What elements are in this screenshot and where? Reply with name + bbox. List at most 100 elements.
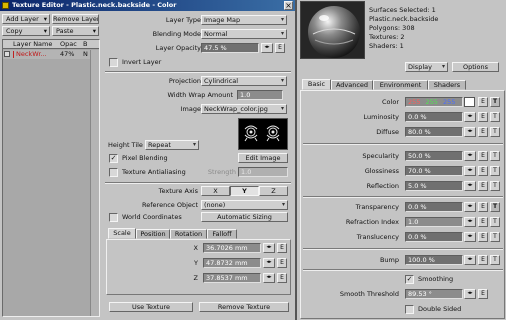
translucency-field[interactable]: 0.0 % <box>405 232 463 242</box>
slider-arrows-icon[interactable]: ◂▸ <box>464 289 476 299</box>
texture-t-button[interactable]: T <box>490 127 500 137</box>
luminosity-field[interactable]: 0.0 % <box>405 112 463 122</box>
color-r: 255 <box>408 98 421 106</box>
envelope-e-button[interactable]: E <box>275 43 285 53</box>
options-button[interactable]: Options <box>452 62 499 72</box>
texture-t-button[interactable]: T <box>490 166 500 176</box>
envelope-e-button[interactable]: E <box>478 289 488 299</box>
layer-row[interactable]: NeckWr... 47% N <box>3 50 99 59</box>
slider-arrows-icon[interactable]: ◂▸ <box>261 43 273 53</box>
slider-arrows-icon[interactable]: ◂▸ <box>464 217 476 227</box>
envelope-e-button[interactable]: E <box>478 181 488 191</box>
image-dropdown[interactable]: NeckWrap_color.jpg ▾ <box>201 104 287 114</box>
envelope-e-button[interactable]: E <box>478 202 488 212</box>
texture-t-button[interactable]: T <box>490 217 500 227</box>
scale-x-field[interactable]: 36.7026 mm <box>203 243 261 253</box>
slider-arrows-icon[interactable]: ◂▸ <box>464 112 476 122</box>
col-b[interactable]: B <box>83 40 87 49</box>
world-coordinates-label: World Coordinates <box>122 213 182 221</box>
blending-mode-dropdown[interactable]: Normal ▾ <box>201 29 287 39</box>
slider-arrows-icon[interactable]: ◂▸ <box>464 151 476 161</box>
tab-scale[interactable]: Scale <box>108 228 136 239</box>
envelope-e-button[interactable]: E <box>478 151 488 161</box>
tab-advanced[interactable]: Advanced <box>331 80 373 90</box>
layer-opacity-field[interactable]: 47.5 % <box>201 43 259 53</box>
envelope-e-button[interactable]: E <box>478 127 488 137</box>
transparency-field[interactable]: 0.0 % <box>405 202 463 212</box>
remove-layer-button[interactable]: Remove Layer <box>52 14 99 24</box>
tab-falloff[interactable]: Falloff <box>207 229 237 239</box>
copy-button[interactable]: Copy ▾ <box>2 26 50 36</box>
use-texture-button[interactable]: Use Texture <box>109 302 193 312</box>
tab-position[interactable]: Position <box>136 229 170 239</box>
envelope-e-button[interactable]: E <box>277 258 287 268</box>
slider-arrows-icon[interactable]: ◂▸ <box>464 166 476 176</box>
slider-arrows-icon[interactable]: ◂▸ <box>464 255 476 265</box>
invert-layer-checkbox[interactable] <box>109 58 118 67</box>
layer-enable-check[interactable] <box>4 51 10 57</box>
remove-texture-button[interactable]: Remove Texture <box>199 302 289 312</box>
glossiness-field[interactable]: 70.0 % <box>405 166 463 176</box>
tab-shaders[interactable]: Shaders <box>428 80 466 90</box>
col-opac[interactable]: Opac <box>60 40 77 49</box>
envelope-e-button[interactable]: E <box>478 255 488 265</box>
layer-list[interactable]: Layer Name Opac B NeckWr... 47% N <box>2 39 100 317</box>
refraction-index-field[interactable]: 1.0 <box>405 217 463 227</box>
projection-dropdown[interactable]: Cylindrical ▾ <box>201 76 287 86</box>
reflection-field[interactable]: 5.0 % <box>405 181 463 191</box>
automatic-sizing-button[interactable]: Automatic Sizing <box>201 212 288 222</box>
axis-y-button[interactable]: Y <box>230 186 259 196</box>
envelope-e-button[interactable]: E <box>478 112 488 122</box>
envelope-e-button[interactable]: E <box>478 232 488 242</box>
tab-basic[interactable]: Basic <box>302 79 331 90</box>
tab-environment[interactable]: Environment <box>373 80 428 90</box>
add-layer-button[interactable]: Add Layer ▾ <box>2 14 50 24</box>
edit-image-button[interactable]: Edit Image <box>238 153 288 163</box>
layer-type-dropdown[interactable]: Image Map ▾ <box>201 15 287 25</box>
envelope-e-button[interactable]: E <box>277 273 287 283</box>
specularity-field[interactable]: 50.0 % <box>405 151 463 161</box>
width-wrap-field[interactable]: 1.0 <box>237 90 283 100</box>
smoothing-checkbox[interactable]: ✓ <box>405 275 414 284</box>
height-tile-dropdown[interactable]: Repeat ▾ <box>145 140 199 150</box>
double-sided-checkbox[interactable] <box>405 305 414 314</box>
axis-z-button[interactable]: Z <box>259 186 288 196</box>
scale-y-field[interactable]: 47.8732 mm <box>203 258 261 268</box>
slider-arrows-icon[interactable]: ◂▸ <box>464 181 476 191</box>
layer-list-scrollbar[interactable] <box>90 50 99 316</box>
slider-arrows-icon[interactable]: ◂▸ <box>464 232 476 242</box>
smooth-threshold-field[interactable]: 89.53 ° <box>405 289 463 299</box>
texture-t-button[interactable]: T <box>490 112 500 122</box>
envelope-e-button[interactable]: E <box>478 166 488 176</box>
texture-t-button[interactable]: T <box>490 151 500 161</box>
world-coordinates-checkbox[interactable] <box>109 213 118 222</box>
envelope-e-button[interactable]: E <box>478 97 488 107</box>
slider-arrows-icon[interactable]: ◂▸ <box>263 243 275 253</box>
bump-field[interactable]: 100.0 % <box>405 255 463 265</box>
color-swatch[interactable] <box>464 97 475 107</box>
pixel-blending-checkbox[interactable]: ✓ <box>109 154 118 163</box>
envelope-e-button[interactable]: E <box>478 217 488 227</box>
close-icon[interactable]: × <box>284 1 293 10</box>
texture-t-button[interactable]: T <box>490 202 500 212</box>
envelope-e-button[interactable]: E <box>277 243 287 253</box>
diffuse-field[interactable]: 80.0 % <box>405 127 463 137</box>
reference-object-dropdown[interactable]: (none) ▾ <box>201 200 288 210</box>
tab-rotation[interactable]: Rotation <box>170 229 207 239</box>
display-dropdown[interactable]: Display ▾ <box>405 62 448 72</box>
texture-t-button[interactable]: T <box>490 232 500 242</box>
texture-t-button[interactable]: T <box>490 255 500 265</box>
paste-button[interactable]: Paste ▾ <box>52 26 99 36</box>
texture-antialiasing-checkbox[interactable] <box>109 168 118 177</box>
axis-x-button[interactable]: X <box>201 186 230 196</box>
texture-t-button[interactable]: T <box>490 181 500 191</box>
strength-field[interactable]: 1.0 <box>238 167 288 177</box>
slider-arrows-icon[interactable]: ◂▸ <box>263 273 275 283</box>
texture-t-button[interactable]: T <box>490 97 500 107</box>
slider-arrows-icon[interactable]: ◂▸ <box>464 202 476 212</box>
slider-arrows-icon[interactable]: ◂▸ <box>263 258 275 268</box>
scale-z-field[interactable]: 37.8537 mm <box>203 273 261 283</box>
col-name[interactable]: Layer Name <box>13 40 52 49</box>
color-field[interactable]: 255 255 255 <box>405 97 463 107</box>
slider-arrows-icon[interactable]: ◂▸ <box>464 127 476 137</box>
